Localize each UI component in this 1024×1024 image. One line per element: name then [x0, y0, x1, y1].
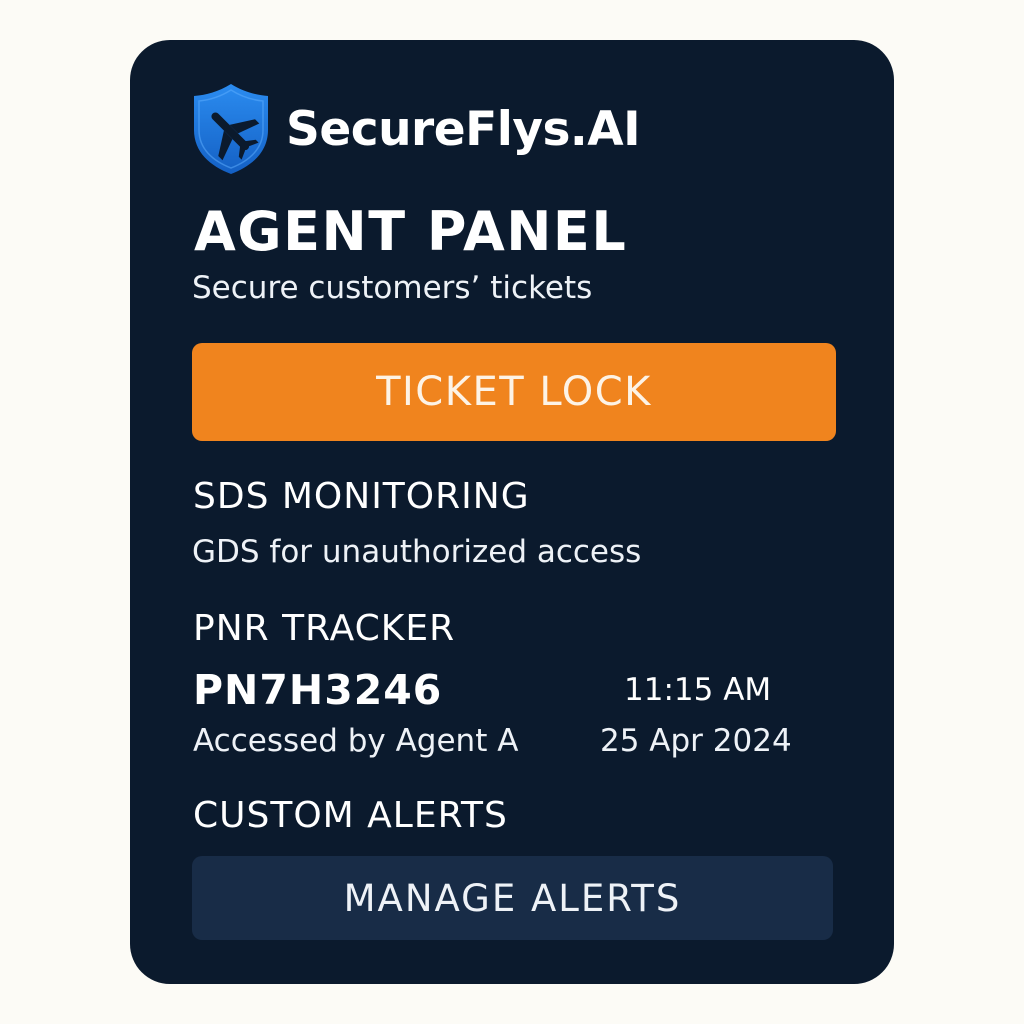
shield-plane-icon — [194, 84, 268, 174]
ticket-lock-button[interactable]: TICKET LOCK — [192, 343, 836, 441]
pnr-code: PN7H3246 — [193, 666, 443, 714]
brand-header: SecureFlys.AI — [190, 82, 641, 176]
sds-monitoring-heading: SDS MONITORING — [193, 476, 530, 517]
page-subtitle: Secure customers’ tickets — [192, 270, 593, 306]
brand-name: SecureFlys.AI — [286, 101, 641, 157]
pnr-access-date: 25 Apr 2024 — [600, 723, 792, 759]
sds-monitoring-description: GDS for unauthorized access — [192, 534, 642, 570]
custom-alerts-heading: CUSTOM ALERTS — [193, 795, 508, 836]
page-title: AGENT PANEL — [194, 200, 628, 263]
pnr-accessed-by: Accessed by Agent A — [193, 723, 519, 759]
agent-panel-card: SecureFlys.AI AGENT PANEL Secure custome… — [130, 40, 894, 984]
manage-alerts-button[interactable]: MANAGE ALERTS — [192, 856, 833, 940]
pnr-access-time: 11:15 AM — [624, 672, 772, 708]
pnr-tracker-heading: PNR TRACKER — [193, 608, 456, 649]
